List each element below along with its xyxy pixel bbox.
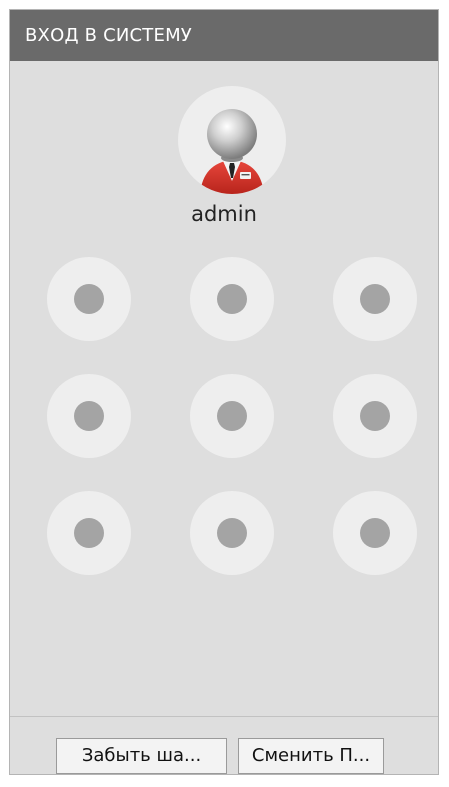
- pattern-node-5[interactable]: [190, 374, 274, 458]
- pattern-node-center: [74, 401, 104, 431]
- pattern-node-3[interactable]: [333, 257, 417, 341]
- pattern-node-8[interactable]: [190, 491, 274, 575]
- pattern-node-center: [217, 284, 247, 314]
- pattern-node-6[interactable]: [333, 374, 417, 458]
- pattern-lock-grid[interactable]: [10, 10, 438, 774]
- pattern-node-9[interactable]: [333, 491, 417, 575]
- pattern-node-center: [217, 401, 247, 431]
- pattern-node-center: [360, 401, 390, 431]
- forgot-pattern-button[interactable]: Забыть ша...: [56, 738, 227, 774]
- pattern-node-center: [360, 518, 390, 548]
- pattern-node-center: [74, 284, 104, 314]
- login-window: ВХОД В СИСТЕМУ admin Забыть ша... Сменит…: [9, 9, 439, 775]
- footer-bar: Забыть ша... Сменить П...: [10, 716, 438, 774]
- pattern-node-7[interactable]: [47, 491, 131, 575]
- pattern-node-center: [74, 518, 104, 548]
- pattern-node-4[interactable]: [47, 374, 131, 458]
- pattern-node-1[interactable]: [47, 257, 131, 341]
- pattern-node-center: [217, 518, 247, 548]
- pattern-node-2[interactable]: [190, 257, 274, 341]
- pattern-node-center: [360, 284, 390, 314]
- change-login-method-button[interactable]: Сменить П...: [238, 738, 384, 774]
